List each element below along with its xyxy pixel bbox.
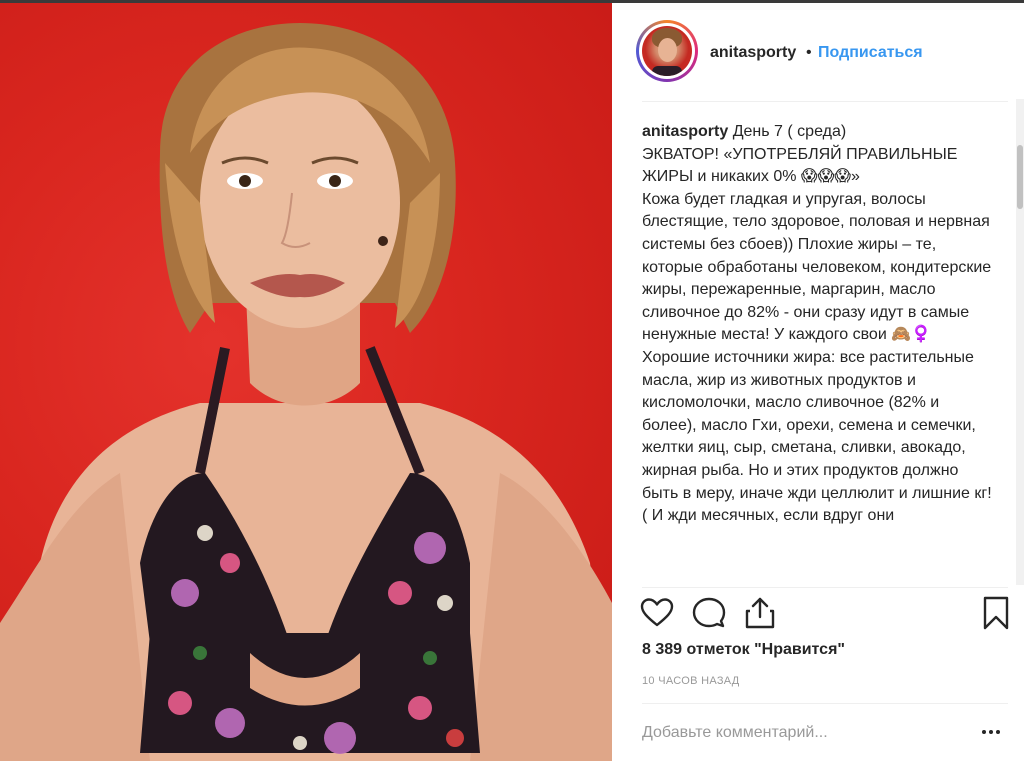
post-actions <box>612 593 1024 637</box>
bookmark-icon <box>983 596 1009 630</box>
comment-button[interactable] <box>691 595 727 631</box>
caption-text: День 7 ( среда) ЭКВАТОР! «УПОТРЕБЛЯЙ ПРА… <box>642 123 992 525</box>
post-photo[interactable] <box>0 3 612 761</box>
header-username[interactable]: anitasporty <box>710 44 796 62</box>
comment-divider <box>642 703 1008 704</box>
save-button[interactable] <box>978 595 1014 631</box>
three-dots-icon <box>982 729 986 734</box>
comment-input[interactable] <box>642 721 942 745</box>
post-header: anitasporty • Подписаться <box>612 3 1024 101</box>
header-separator: • <box>806 44 812 61</box>
heart-icon <box>640 598 674 627</box>
speech-bubble-icon <box>692 597 726 628</box>
likes-count[interactable]: 8 389 отметок "Нравится" <box>642 641 845 659</box>
avatar[interactable] <box>636 20 698 82</box>
share-upload-icon <box>745 597 775 629</box>
follow-button[interactable]: Подписаться <box>818 44 923 62</box>
photo-illustration <box>0 23 612 761</box>
header-divider <box>642 101 1008 102</box>
caption-scrollbar[interactable] <box>1016 99 1024 585</box>
share-button[interactable] <box>742 595 778 631</box>
post-time[interactable]: 10 часов назад <box>642 675 740 687</box>
more-options-button[interactable] <box>982 723 1012 743</box>
caption-username[interactable]: anitasporty <box>642 123 728 140</box>
post-side-panel: anitasporty • Подписаться anitasporty Де… <box>612 3 1024 761</box>
post-caption: anitasporty День 7 ( среда) ЭКВАТОР! «УП… <box>642 121 992 586</box>
like-button[interactable] <box>639 595 675 631</box>
scrollbar-thumb[interactable] <box>1017 145 1023 209</box>
caption-divider <box>642 587 1008 588</box>
